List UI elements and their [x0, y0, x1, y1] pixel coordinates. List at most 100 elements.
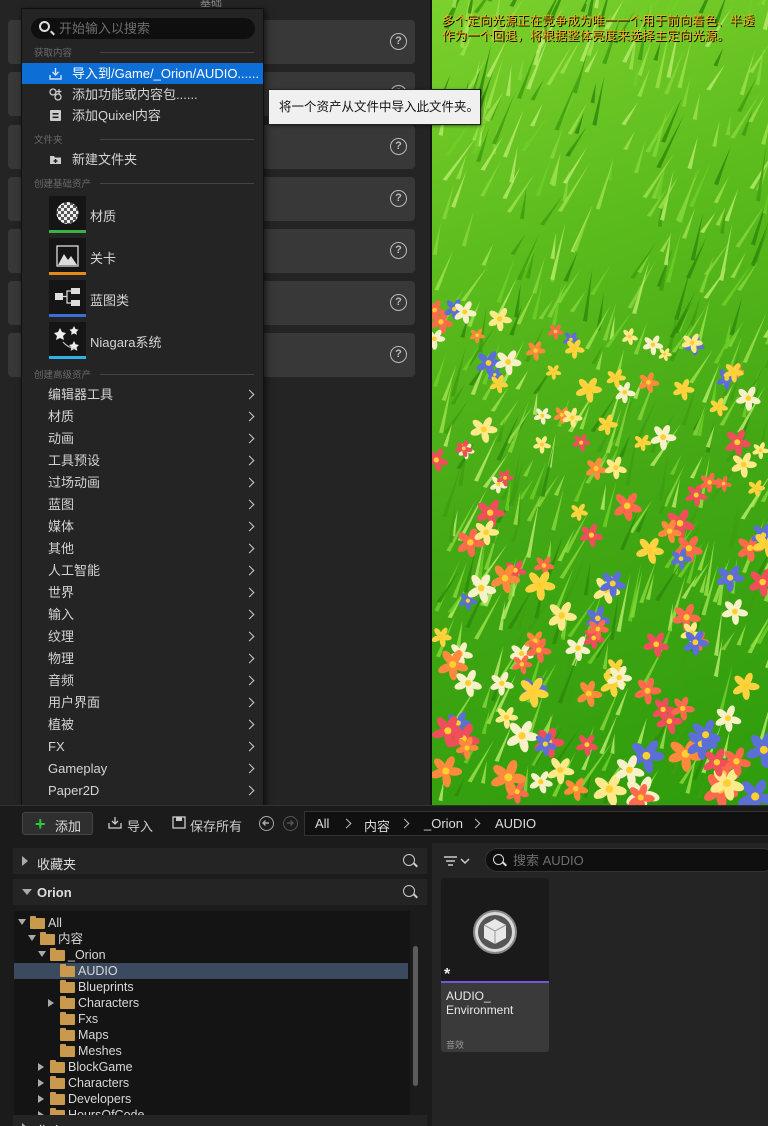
tree-folder-row[interactable]: Characters [14, 995, 408, 1011]
forward-nav-button[interactable] [283, 816, 298, 831]
import-menu-item[interactable]: 导入到/Game/_Orion/AUDIO...... [22, 63, 263, 84]
feature-pack-icon [49, 88, 62, 101]
new-folder-label: 新建文件夹 [72, 152, 138, 167]
advanced-submenu-item[interactable]: 蓝图 [22, 494, 263, 516]
filter-icon[interactable] [444, 856, 470, 866]
asset-search-box[interactable] [485, 848, 768, 872]
create-blueprint-class-label: 蓝图类 [90, 293, 130, 308]
search-icon[interactable] [403, 885, 415, 897]
breadcrumb-item[interactable]: All [315, 816, 329, 831]
chevron-down-icon[interactable] [28, 935, 36, 941]
asset-search-input[interactable] [513, 852, 763, 868]
tree-folder-row[interactable]: Fxs [14, 1011, 408, 1027]
blueprint-color-bar [49, 314, 86, 317]
chevron-right-icon [244, 653, 255, 664]
tree-folder-row[interactable]: AUDIO [14, 963, 408, 979]
tree-root-label: Orion [37, 885, 72, 900]
tree-folder-label: Characters [78, 996, 140, 1010]
save-all-button[interactable]: 保存所有 [190, 816, 242, 835]
advanced-submenu-item[interactable]: 媒体 [22, 516, 263, 538]
menu-search-box[interactable] [31, 18, 255, 39]
chevron-right-icon[interactable] [341, 818, 352, 829]
material-sphere-icon [56, 202, 79, 224]
tree-folder-row[interactable]: _Orion [14, 947, 408, 963]
tree-root-header[interactable]: Orion [13, 879, 427, 905]
add-button[interactable]: + 添加 [22, 812, 93, 835]
tree-folder-row[interactable]: Meshes [14, 1043, 408, 1059]
folder-icon [60, 1012, 75, 1025]
create-level-label: 关卡 [90, 251, 117, 266]
tree-scrollbar[interactable] [413, 946, 418, 1086]
advanced-submenu-item[interactable]: 工具预设 [22, 450, 263, 472]
folder-icon [60, 1044, 75, 1057]
help-icon[interactable]: ? [390, 346, 407, 363]
help-icon[interactable]: ? [390, 138, 407, 155]
advanced-submenu-item[interactable]: FX [22, 736, 263, 758]
collections-header[interactable]: 集合 [13, 1115, 427, 1126]
advanced-submenu-item[interactable]: 世界 [22, 582, 263, 604]
favorites-header[interactable]: 收藏夹 [13, 848, 427, 874]
advanced-submenu-item[interactable]: 其他 [22, 538, 263, 560]
advanced-submenu-item[interactable]: 植被 [22, 714, 263, 736]
advanced-submenu-item[interactable]: 过场动画 [22, 472, 263, 494]
tree-folder-row[interactable]: Developers [14, 1091, 408, 1107]
new-folder-item[interactable]: 新建文件夹 [22, 149, 263, 170]
folder-icon [50, 1060, 65, 1073]
advanced-submenu-item[interactable]: 编辑器工具 [22, 384, 263, 406]
chevron-down-icon[interactable] [18, 919, 26, 925]
level-viewport[interactable]: 多个定向光源正在竞争成为唯一一个用于前向着色、半透 作为一个回退，将根据整体亮度… [432, 0, 768, 805]
advanced-submenu-item[interactable]: 人工智能 [22, 560, 263, 582]
advanced-submenu-label: 人工智能 [48, 563, 101, 578]
advanced-submenu-label: FX [48, 739, 65, 754]
niagara-sparkle-icon [54, 326, 79, 351]
chevron-right-icon[interactable] [38, 1063, 44, 1071]
material-thumbnail [49, 196, 86, 233]
tree-folder-row[interactable]: Blueprints [14, 979, 408, 995]
help-icon[interactable]: ? [390, 33, 407, 50]
tree-folder-row[interactable]: BlockGame [14, 1059, 408, 1075]
advanced-submenu-item[interactable]: 纹理 [22, 626, 263, 648]
create-blueprint-class-item[interactable]: 蓝图类 [22, 278, 263, 320]
tree-folder-row[interactable]: 内容 [14, 931, 408, 947]
tree-folder-row[interactable]: Maps [14, 1027, 408, 1043]
breadcrumb-item[interactable]: AUDIO [495, 816, 536, 831]
chevron-down-icon[interactable] [38, 951, 46, 957]
back-nav-button[interactable] [259, 816, 274, 831]
arrow-left-icon [262, 820, 269, 826]
add-quixel-item[interactable]: 添加Quixel内容 [22, 105, 263, 126]
chevron-right-icon[interactable] [48, 999, 54, 1007]
help-icon[interactable]: ? [390, 294, 407, 311]
tree-folder-label: Blueprints [78, 980, 134, 994]
breadcrumb-item[interactable]: 内容 [364, 816, 390, 835]
import-button[interactable]: 导入 [127, 816, 153, 835]
search-icon [39, 21, 50, 32]
advanced-submenu-item[interactable]: 动画 [22, 428, 263, 450]
advanced-submenu-item[interactable]: Gameplay [22, 758, 263, 780]
create-niagara-system-item[interactable]: Niagara系统 [22, 320, 263, 362]
create-material-item[interactable]: 材质 [22, 194, 263, 236]
advanced-submenu-item[interactable]: 输入 [22, 604, 263, 626]
blueprint-graph-icon [55, 288, 80, 306]
content-browser-toolbar: + 添加 导入 保存所有 All 内容 _Orion AUDIO [0, 806, 768, 841]
help-icon[interactable]: ? [390, 242, 407, 259]
chevron-right-icon[interactable] [38, 1079, 44, 1087]
asset-tile[interactable]: * AUDIO_ Environment 音效 [441, 878, 549, 1052]
section-header-advanced-assets: 创建高级资产 [34, 367, 254, 381]
chevron-right-icon[interactable] [399, 818, 410, 829]
help-icon[interactable]: ? [390, 190, 407, 207]
tree-folder-label: Maps [78, 1028, 109, 1042]
advanced-submenu-item[interactable]: 材质 [22, 406, 263, 428]
advanced-submenu-item[interactable]: 物理 [22, 648, 263, 670]
add-feature-pack-item[interactable]: 添加功能或内容包...... [22, 84, 263, 105]
advanced-submenu-item[interactable]: Paper2D [22, 780, 263, 802]
chevron-right-icon[interactable] [38, 1095, 44, 1103]
breadcrumb-item[interactable]: _Orion [424, 816, 463, 831]
tree-folder-row[interactable]: Characters [14, 1075, 408, 1091]
chevron-right-icon[interactable] [470, 818, 481, 829]
menu-search-input[interactable] [59, 20, 249, 37]
tree-folder-row[interactable]: All [14, 915, 408, 931]
advanced-submenu-item[interactable]: 音频 [22, 670, 263, 692]
create-level-item[interactable]: 关卡 [22, 236, 263, 278]
search-icon[interactable] [403, 854, 415, 866]
advanced-submenu-item[interactable]: 用户界面 [22, 692, 263, 714]
